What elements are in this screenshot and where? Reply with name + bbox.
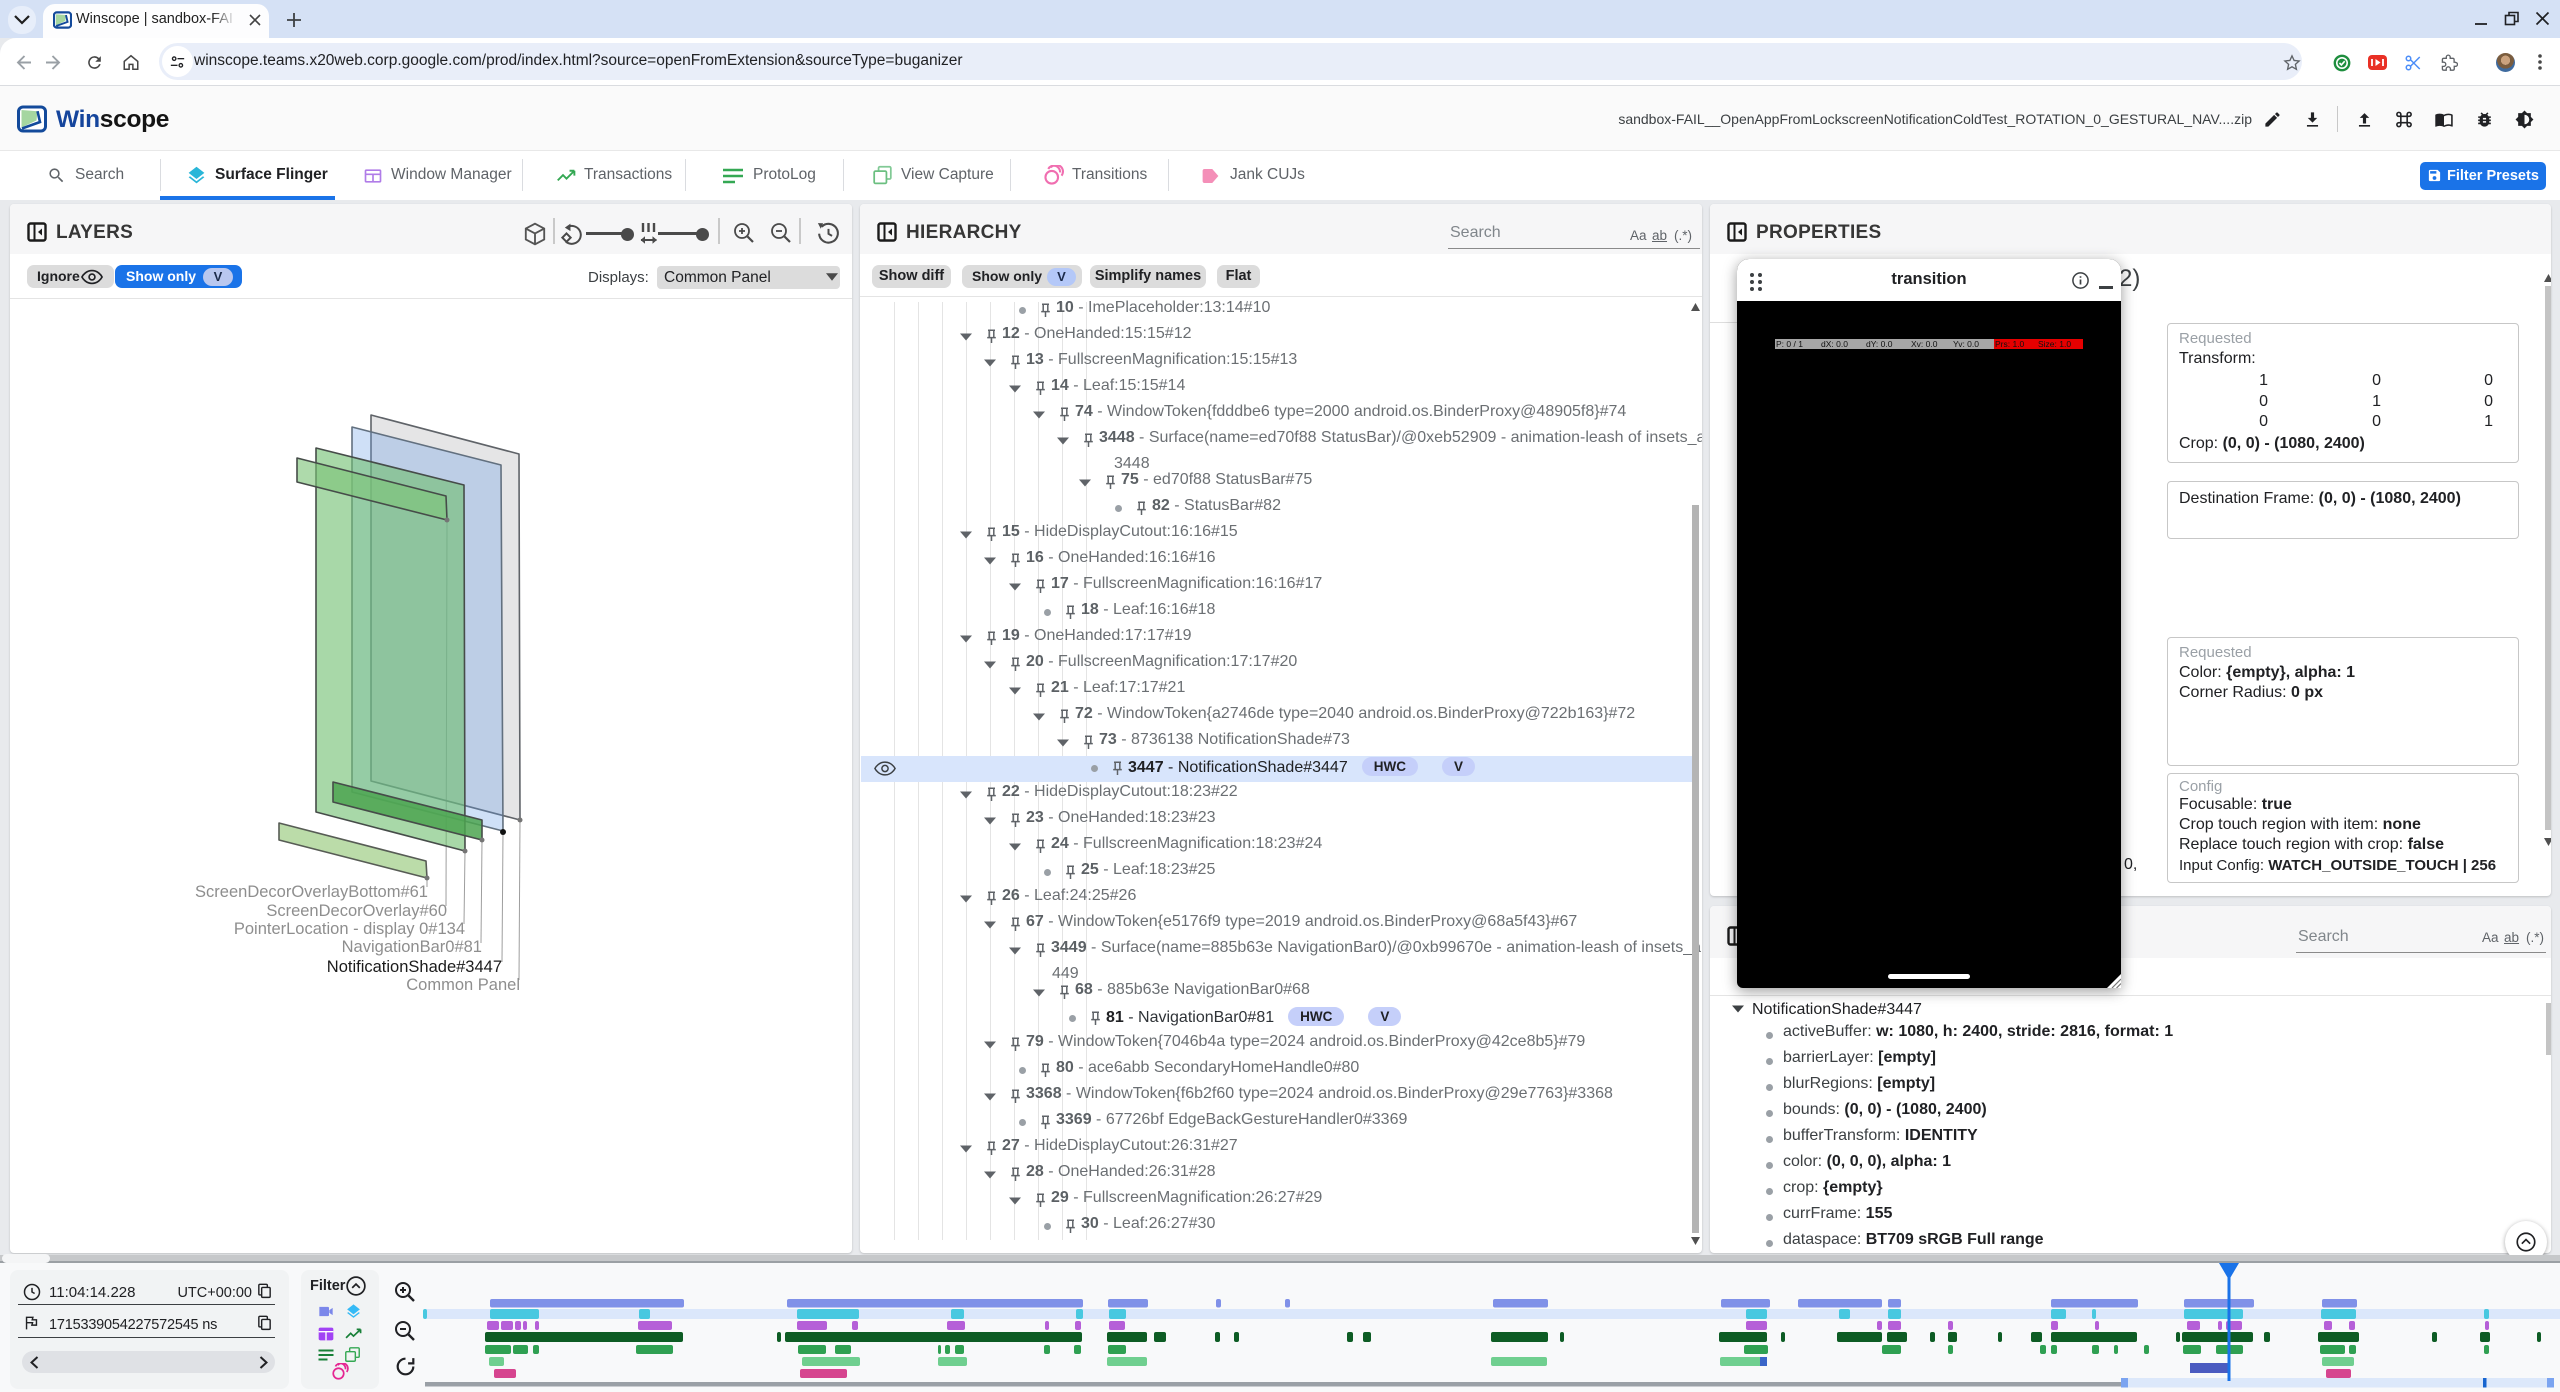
svg-text:ScreenDecorOverlay#60: ScreenDecorOverlay#60 xyxy=(266,902,447,920)
svg-text:NotificationShade#3447: NotificationShade#3447 xyxy=(327,958,502,976)
svg-text:ScreenDecorOverlayBottom#61: ScreenDecorOverlayBottom#61 xyxy=(195,883,428,901)
svg-text:NavigationBar0#81: NavigationBar0#81 xyxy=(342,938,482,956)
svg-text:Common Panel: Common Panel xyxy=(406,976,520,994)
svg-text:PointerLocation - display 0#13: PointerLocation - display 0#134 xyxy=(234,920,465,938)
